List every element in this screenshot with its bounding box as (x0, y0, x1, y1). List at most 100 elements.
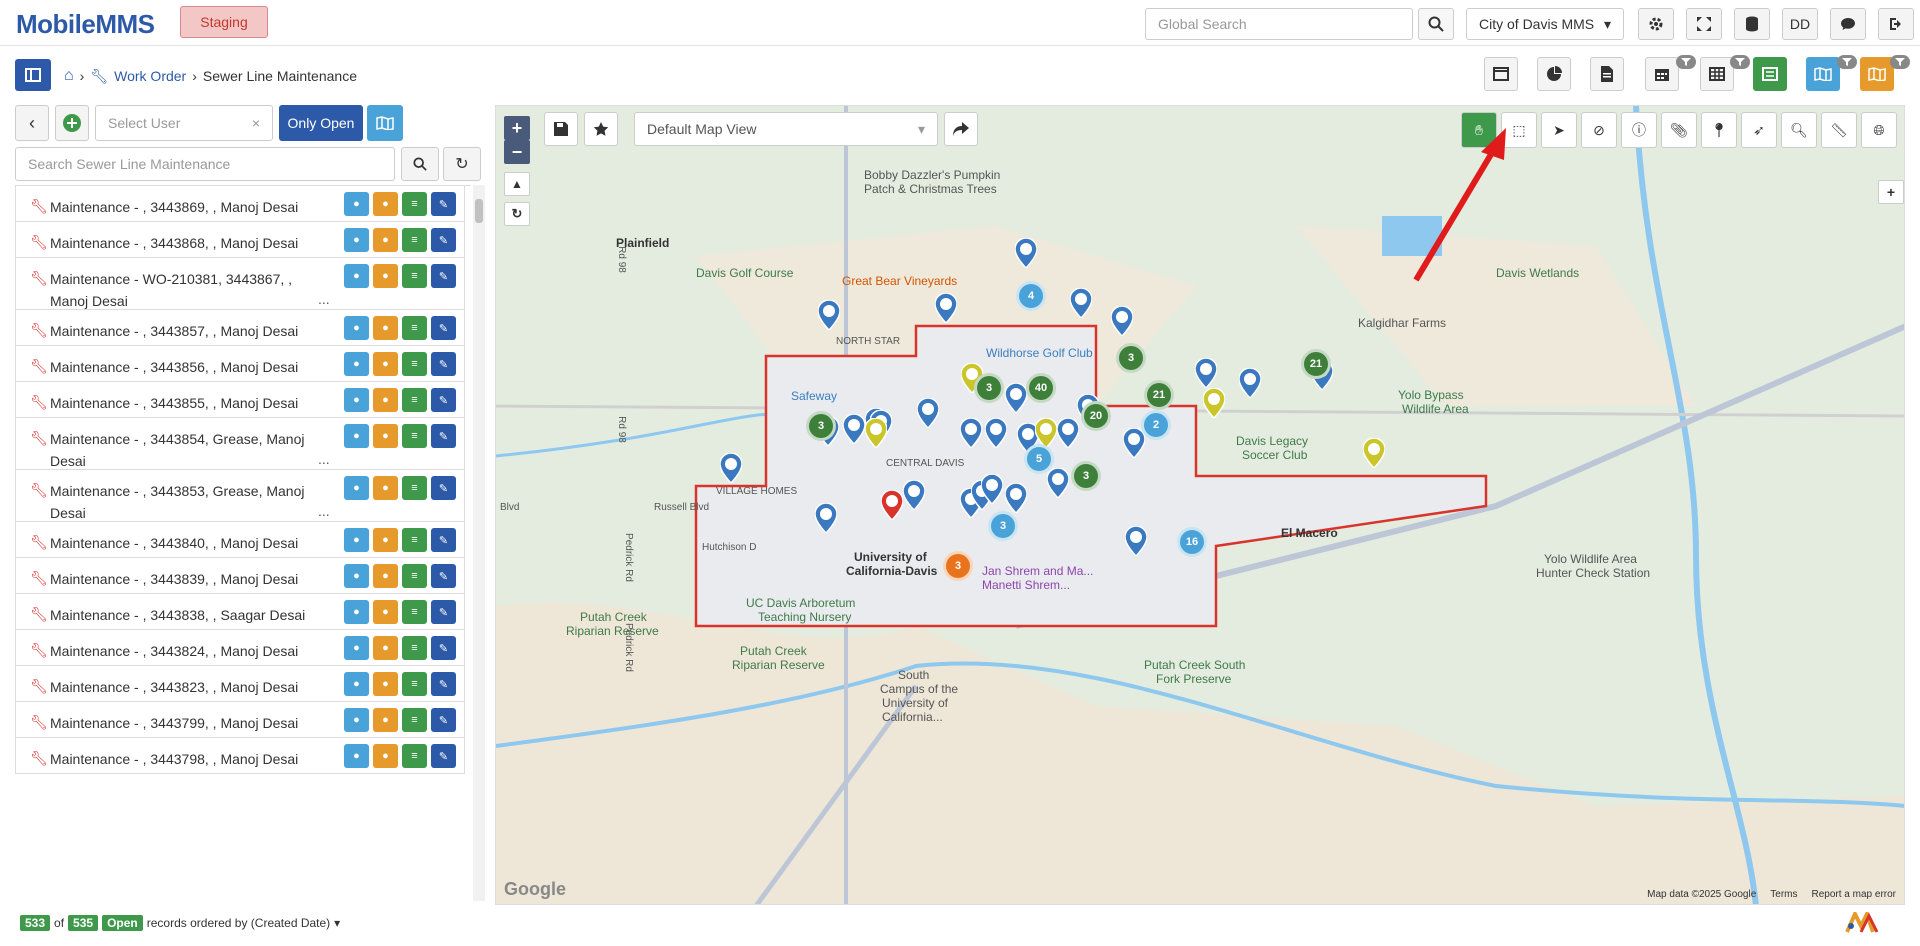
details-button[interactable]: ≡ (402, 636, 427, 660)
zoom-to-button[interactable]: ● (373, 264, 398, 288)
zoom-to-button[interactable]: ● (373, 476, 398, 500)
map-pin-icon[interactable] (1122, 427, 1146, 460)
map-pin-icon[interactable] (1202, 387, 1226, 420)
map-pin-icon[interactable] (1014, 237, 1038, 270)
details-button[interactable]: ≡ (402, 316, 427, 340)
global-search-input[interactable]: Global Search (1145, 8, 1413, 40)
save-map-view-button[interactable] (544, 112, 578, 146)
edit-button[interactable]: ✎ (431, 192, 456, 216)
marker-cluster[interactable]: 4 (1016, 281, 1046, 311)
details-button[interactable]: ≡ (402, 564, 427, 588)
global-search-button[interactable] (1418, 8, 1454, 40)
zoom-in-button[interactable]: + (504, 116, 530, 140)
details-button[interactable]: ≡ (402, 600, 427, 624)
zoom-to-button[interactable]: ● (373, 424, 398, 448)
map-pin-icon[interactable] (1004, 382, 1028, 415)
map-pin-icon[interactable] (1124, 525, 1148, 558)
attach-tool[interactable]: 📎︎ (1661, 112, 1697, 148)
map-filter-icon[interactable] (1837, 55, 1857, 69)
list-item[interactable]: 🔧︎ Maintenance - , 3443855, , Manoj Desai… (15, 382, 465, 418)
alt-map-view-button[interactable] (1860, 57, 1894, 91)
list-item[interactable]: 🔧︎ Maintenance - , 3443857, , Manoj Desai… (15, 310, 465, 346)
map-pin-icon[interactable] (817, 299, 841, 332)
map-pin-icon[interactable] (1004, 482, 1028, 515)
settings-button[interactable] (1638, 8, 1674, 40)
locate-button[interactable]: ● (344, 424, 369, 448)
map-pin-icon[interactable] (934, 292, 958, 325)
pointer-tool[interactable]: ➤ (1541, 112, 1577, 148)
edit-button[interactable]: ✎ (431, 264, 456, 288)
zoom-to-button[interactable]: ● (373, 636, 398, 660)
database-button[interactable] (1734, 8, 1770, 40)
map-view-button[interactable] (1806, 57, 1840, 91)
map-canvas[interactable]: Default Map View ▾ + − ▲ ↻ + ✋︎ ⬚ ➤ ⊘ ⓘ 📎… (495, 105, 1905, 905)
order-label[interactable]: records ordered by (Created Date) (147, 916, 330, 930)
list-item[interactable]: 🔧︎ Maintenance - , 3443853, Grease, Manoj… (15, 470, 465, 522)
only-open-toggle[interactable]: Only Open (279, 105, 363, 141)
alt-map-filter-icon[interactable] (1890, 55, 1910, 69)
fullscreen-button[interactable] (1686, 8, 1722, 40)
locate-button[interactable]: ● (344, 744, 369, 768)
map-pin-icon[interactable] (719, 452, 743, 485)
select-user-input[interactable]: Select User × (95, 105, 273, 141)
list-item[interactable]: 🔧︎ Maintenance - , 3443799, , Manoj Desai… (15, 702, 465, 738)
breadcrumb-work-order-link[interactable]: Work Order (114, 68, 186, 84)
zoom-to-button[interactable]: ● (373, 192, 398, 216)
list-item[interactable]: 🔧︎ Maintenance - , 3443869, , Manoj Desai… (15, 186, 465, 222)
marker-cluster[interactable]: 3 (1116, 343, 1146, 373)
terms-link[interactable]: Terms (1770, 889, 1797, 900)
window-view-button[interactable] (1484, 57, 1518, 91)
clear-tool[interactable]: ⊘ (1581, 112, 1617, 148)
edit-button[interactable]: ✎ (431, 564, 456, 588)
zoom-to-button[interactable]: ● (373, 564, 398, 588)
map-pin-icon[interactable] (880, 489, 904, 522)
select-box-tool[interactable]: ⬚ (1501, 112, 1537, 148)
list-item[interactable]: 🔧︎ Maintenance - , 3443868, , Manoj Desai… (15, 222, 465, 258)
close-icon[interactable]: × (252, 115, 260, 131)
list-item[interactable]: 🔧︎ Maintenance - , 3443823, , Manoj Desai… (15, 666, 465, 702)
edit-button[interactable]: ✎ (431, 352, 456, 376)
edit-button[interactable]: ✎ (431, 228, 456, 252)
marker-cluster[interactable]: 3 (1071, 461, 1101, 491)
edit-button[interactable]: ✎ (431, 672, 456, 696)
marker-cluster[interactable]: 21 (1301, 349, 1331, 379)
organization-select[interactable]: City of Davis MMS ▾ (1466, 8, 1624, 40)
map-pin-icon[interactable] (959, 417, 983, 450)
map-view-select[interactable]: Default Map View ▾ (634, 112, 938, 146)
app-logo[interactable]: MobileMMS (16, 9, 155, 40)
basemap-tool[interactable]: 🌐︎ (1861, 112, 1897, 148)
report-map-error-link[interactable]: Report a map error (1812, 889, 1896, 900)
panel-search-input[interactable]: Search Sewer Line Maintenance (15, 147, 395, 181)
expand-legend-button[interactable]: + (1878, 180, 1904, 204)
home-icon[interactable]: ⌂ (64, 67, 74, 85)
edit-button[interactable]: ✎ (431, 476, 456, 500)
locate-button[interactable]: ● (344, 636, 369, 660)
zoom-to-button[interactable]: ● (373, 672, 398, 696)
list-item[interactable]: 🔧︎ Maintenance - , 3443840, , Manoj Desai… (15, 522, 465, 558)
locate-button[interactable]: ● (344, 352, 369, 376)
locate-button[interactable]: ● (344, 476, 369, 500)
marker-cluster[interactable]: 40 (1026, 373, 1056, 403)
list-item[interactable]: 🔧︎ Maintenance - , 3443856, , Manoj Desai… (15, 346, 465, 382)
details-button[interactable]: ≡ (402, 388, 427, 412)
zoom-to-button[interactable]: ● (373, 744, 398, 768)
list-item[interactable]: 🔧︎ Maintenance - , 3443798, , Manoj Desai… (15, 738, 465, 774)
map-pin-icon[interactable] (984, 417, 1008, 450)
edit-button[interactable]: ✎ (431, 388, 456, 412)
map-pin-icon[interactable] (1194, 357, 1218, 390)
map-pin-icon[interactable] (1056, 417, 1080, 450)
edit-button[interactable]: ✎ (431, 744, 456, 768)
measure-tool[interactable]: 📏︎ (1821, 112, 1857, 148)
list-scrollbar[interactable] (473, 185, 485, 901)
map-pin-icon[interactable] (980, 473, 1004, 506)
locate-button[interactable]: ● (344, 708, 369, 732)
details-button[interactable]: ≡ (402, 528, 427, 552)
zoom-to-button[interactable]: ● (373, 352, 398, 376)
edit-button[interactable]: ✎ (431, 424, 456, 448)
map-pin-icon[interactable] (842, 413, 866, 446)
details-button[interactable]: ≡ (402, 192, 427, 216)
map-pin-icon[interactable] (1110, 305, 1134, 338)
details-button[interactable]: ≡ (402, 672, 427, 696)
list-item[interactable]: 🔧︎ Maintenance - , 3443854, Grease, Manoj… (15, 418, 465, 470)
details-button[interactable]: ≡ (402, 708, 427, 732)
